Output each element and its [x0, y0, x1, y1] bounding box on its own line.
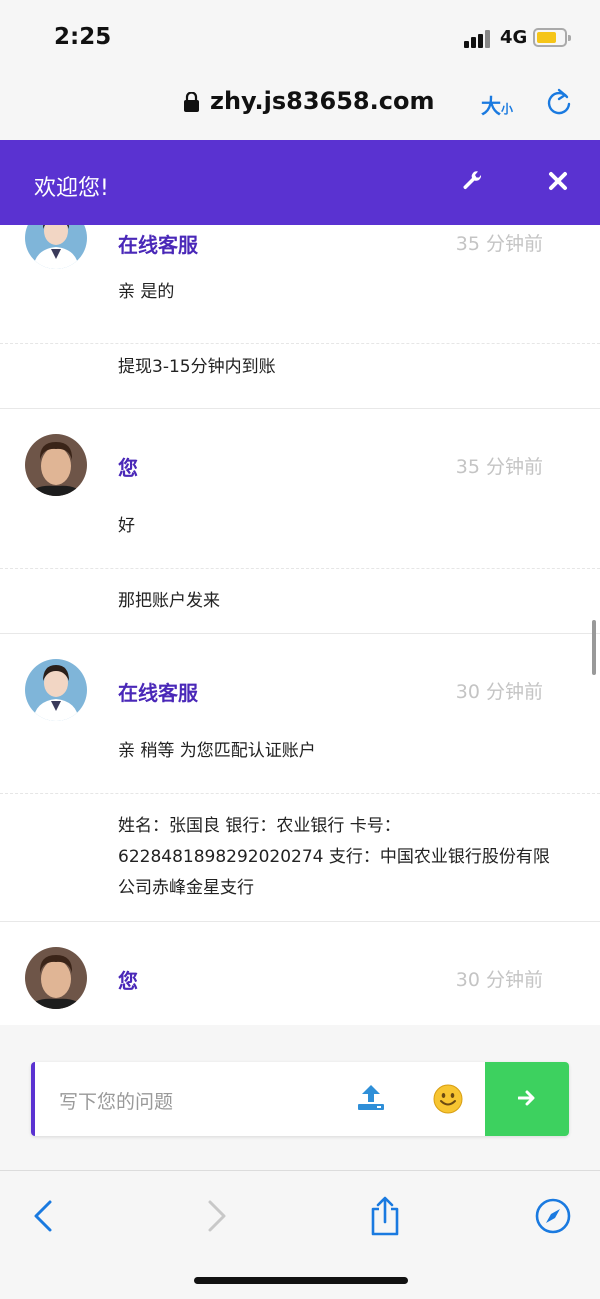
message-text: 好 [118, 516, 135, 536]
status-bar: 2:25 4G [0, 0, 600, 70]
page-url[interactable]: zhy.js83658.com [210, 87, 434, 115]
share-icon[interactable] [365, 1196, 405, 1236]
send-button[interactable] [485, 1062, 569, 1136]
chat-title: 欢迎您! [34, 176, 109, 201]
forward-icon[interactable] [196, 1196, 236, 1236]
user-avatar [25, 947, 87, 1009]
network-type: 4G [500, 27, 528, 48]
message-text: 提现3-15分钟内到账 [118, 357, 276, 377]
agent-avatar [25, 225, 87, 269]
text-size-big-label: 大 [481, 94, 501, 118]
message-text: 那把账户发来 [118, 591, 220, 611]
home-indicator[interactable] [194, 1277, 408, 1284]
status-time: 2:25 [54, 24, 112, 50]
emoji-icon[interactable] [433, 1084, 463, 1114]
back-icon[interactable] [24, 1196, 64, 1236]
message-text: 亲 稍等 为您匹配认证账户 [118, 741, 316, 761]
sender-name: 您 [118, 456, 138, 480]
text-size-small-label: 小 [501, 102, 514, 116]
scrollbar[interactable] [592, 620, 596, 675]
sender-name: 您 [118, 969, 138, 993]
compass-icon[interactable] [533, 1196, 573, 1236]
chat-header: 欢迎您! [0, 140, 600, 225]
sender-name: 在线客服 [118, 233, 198, 257]
message-time: 30 分钟前 [455, 681, 543, 703]
signal-icon [464, 30, 492, 48]
message-input-placeholder: 写下您的问题 [59, 1091, 174, 1113]
close-icon[interactable] [546, 169, 570, 193]
message-text: 亲 是的 [118, 282, 175, 302]
lock-icon [184, 92, 199, 112]
user-avatar [25, 434, 87, 496]
message-time: 35 分钟前 [455, 233, 543, 255]
message-composer: 写下您的问题 [0, 1025, 600, 1170]
text-size-button[interactable]: 大小 [481, 90, 513, 119]
message-time: 30 分钟前 [455, 969, 543, 991]
reload-icon[interactable] [545, 87, 573, 117]
message-time: 35 分钟前 [455, 456, 543, 478]
sender-name: 在线客服 [118, 681, 198, 705]
wrench-icon[interactable] [461, 169, 485, 193]
battery-icon [533, 28, 571, 47]
message-text: 姓名：张国良 银行：农业银行 卡号：6228481898292020274 支行… [118, 816, 550, 898]
agent-avatar [25, 659, 87, 721]
message-list[interactable]: 在线客服 35 分钟前 亲 是的 提现3-15分钟内到账 您 35 分钟前 好 … [0, 225, 600, 1025]
browser-address-bar[interactable]: zhy.js83658.com 大小 [0, 70, 600, 140]
upload-icon[interactable] [357, 1083, 385, 1111]
arrow-right-icon [518, 1090, 535, 1106]
